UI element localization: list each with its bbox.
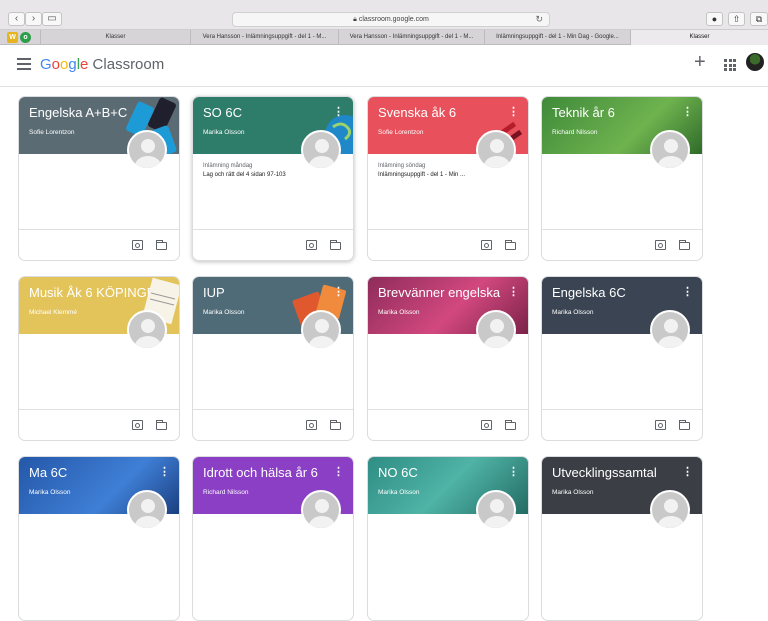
- more-options-icon[interactable]: ⋮: [508, 105, 519, 118]
- teacher-avatar: [127, 490, 167, 530]
- add-class-button[interactable]: +: [694, 51, 706, 74]
- folder-icon[interactable]: [329, 420, 341, 430]
- sidebar-icon[interactable]: ▭: [42, 12, 62, 26]
- card-footer: [542, 409, 702, 440]
- class-card[interactable]: Musik Åk 6 KÖPINGE... Michael Klemmé: [18, 276, 180, 441]
- tab-vera-1[interactable]: Vera Hansson - Inlämningsuppgift - del 1…: [190, 30, 338, 45]
- favorite-classroom-icon[interactable]: o: [20, 32, 31, 43]
- teacher-avatar: [650, 310, 690, 350]
- card-title[interactable]: Teknik år 6: [552, 105, 682, 120]
- more-options-icon[interactable]: ⋮: [159, 465, 170, 478]
- folder-icon[interactable]: [678, 420, 690, 430]
- folder-icon[interactable]: [504, 240, 516, 250]
- folder-icon[interactable]: [678, 240, 690, 250]
- class-card[interactable]: ⋮ Brevvänner engelska Marika Olsson: [367, 276, 529, 441]
- teacher-avatar: [650, 490, 690, 530]
- card-footer: [193, 409, 353, 440]
- url-text: classroom.google.com: [358, 16, 429, 23]
- class-card[interactable]: ⋮ NO 6C Marika Olsson: [367, 456, 529, 621]
- tabs-overview-icon[interactable]: ⧉: [750, 12, 768, 26]
- browser-toolbar: ‹ › ▭ 🔒︎ classroom.google.com ↻ ● ⇧ ⧉: [0, 0, 768, 30]
- class-card[interactable]: ⋮ SO 6C Marika Olsson Inlämning måndag L…: [192, 96, 354, 261]
- product-name: Classroom: [88, 56, 165, 73]
- assignment-title[interactable]: Lag och rätt del 4 sidan 97-103: [203, 171, 343, 180]
- assignment-title[interactable]: Inlämningsuppgift - del 1 - Min ...: [378, 171, 518, 180]
- assignments-icon[interactable]: [306, 240, 317, 250]
- folder-icon[interactable]: [329, 240, 341, 250]
- classroom-header: Google Classroom +: [0, 45, 768, 87]
- folder-icon[interactable]: [155, 420, 167, 430]
- folder-icon[interactable]: [155, 240, 167, 250]
- forward-button[interactable]: ›: [25, 12, 42, 26]
- tab-bar: W o Klasser Vera Hansson - Inlämningsupp…: [0, 30, 768, 45]
- teacher-avatar: [476, 490, 516, 530]
- assignments-icon[interactable]: [481, 240, 492, 250]
- more-options-icon[interactable]: ⋮: [682, 285, 693, 298]
- assignments-icon[interactable]: [306, 420, 317, 430]
- card-footer: [19, 229, 179, 260]
- class-card[interactable]: ⋮ Idrott och hälsa år 6 Richard Nilsson: [192, 456, 354, 621]
- back-button[interactable]: ‹: [8, 12, 25, 26]
- more-options-icon[interactable]: ⋮: [333, 465, 344, 478]
- assignments-icon[interactable]: [132, 420, 143, 430]
- address-bar[interactable]: 🔒︎ classroom.google.com ↻: [232, 12, 550, 27]
- card-title[interactable]: Idrott och hälsa år 6: [203, 465, 333, 480]
- apps-grid-icon[interactable]: [724, 59, 736, 71]
- teacher-avatar: [476, 130, 516, 170]
- more-options-icon[interactable]: ⋮: [333, 285, 344, 298]
- card-title[interactable]: NO 6C: [378, 465, 508, 480]
- more-options-icon[interactable]: ⋮: [682, 105, 693, 118]
- extension-icon[interactable]: ●: [706, 12, 723, 26]
- reload-icon[interactable]: ↻: [535, 13, 543, 26]
- teacher-avatar: [127, 130, 167, 170]
- teacher-avatar: [301, 490, 341, 530]
- more-options-icon[interactable]: ⋮: [333, 105, 344, 118]
- menu-icon[interactable]: [17, 58, 31, 70]
- teacher-avatar: [476, 310, 516, 350]
- folder-icon[interactable]: [504, 420, 516, 430]
- more-options-icon[interactable]: ⋮: [508, 285, 519, 298]
- card-footer: [19, 409, 179, 440]
- teacher-avatar: [127, 310, 167, 350]
- card-footer: [368, 409, 528, 440]
- user-avatar[interactable]: [746, 53, 764, 71]
- teacher-avatar: [301, 310, 341, 350]
- card-title[interactable]: Engelska 6C: [552, 285, 682, 300]
- teacher-avatar: [301, 130, 341, 170]
- favorite-w-icon[interactable]: W: [7, 32, 18, 43]
- class-card[interactable]: ⋮ Teknik år 6 Richard Nilsson: [541, 96, 703, 261]
- class-card[interactable]: ⋮ Utvecklingssamtal Marika Olsson: [541, 456, 703, 621]
- share-icon[interactable]: ⇧: [728, 12, 745, 26]
- card-footer: [368, 229, 528, 260]
- assignments-icon[interactable]: [132, 240, 143, 250]
- google-wordmark: Google: [40, 56, 89, 73]
- card-title[interactable]: Utvecklingssamtal: [552, 465, 682, 480]
- more-options-icon[interactable]: ⋮: [682, 465, 693, 478]
- tab-min-dag[interactable]: Inlämningsuppgift - del 1 - Min Dag - Go…: [484, 30, 630, 45]
- tab-klasser[interactable]: Klasser: [40, 30, 190, 45]
- classroom-logo[interactable]: Google Classroom: [40, 56, 164, 73]
- more-options-icon[interactable]: ⋮: [508, 465, 519, 478]
- card-footer: [542, 229, 702, 260]
- class-card[interactable]: Engelska A+B+C Sofie Lorentzon: [18, 96, 180, 261]
- assignments-icon[interactable]: [481, 420, 492, 430]
- assignments-icon[interactable]: [655, 420, 666, 430]
- assignments-icon[interactable]: [655, 240, 666, 250]
- tab-klasser-active[interactable]: Klasser: [630, 30, 768, 45]
- teacher-avatar: [650, 130, 690, 170]
- class-card[interactable]: ⋮ IUP Marika Olsson: [192, 276, 354, 441]
- class-card[interactable]: ⋮ Ma 6C Marika Olsson: [18, 456, 180, 621]
- card-title[interactable]: Brevvänner engelska: [378, 285, 508, 300]
- card-title[interactable]: Ma 6C: [29, 465, 159, 480]
- tab-vera-2[interactable]: Vera Hansson - Inlämningsuppgift - del 1…: [338, 30, 484, 45]
- card-footer: [193, 229, 353, 260]
- class-card[interactable]: ⋮ Svenska åk 6 Sofie Lorentzon Inlämning…: [367, 96, 529, 261]
- class-card[interactable]: ⋮ Engelska 6C Marika Olsson: [541, 276, 703, 441]
